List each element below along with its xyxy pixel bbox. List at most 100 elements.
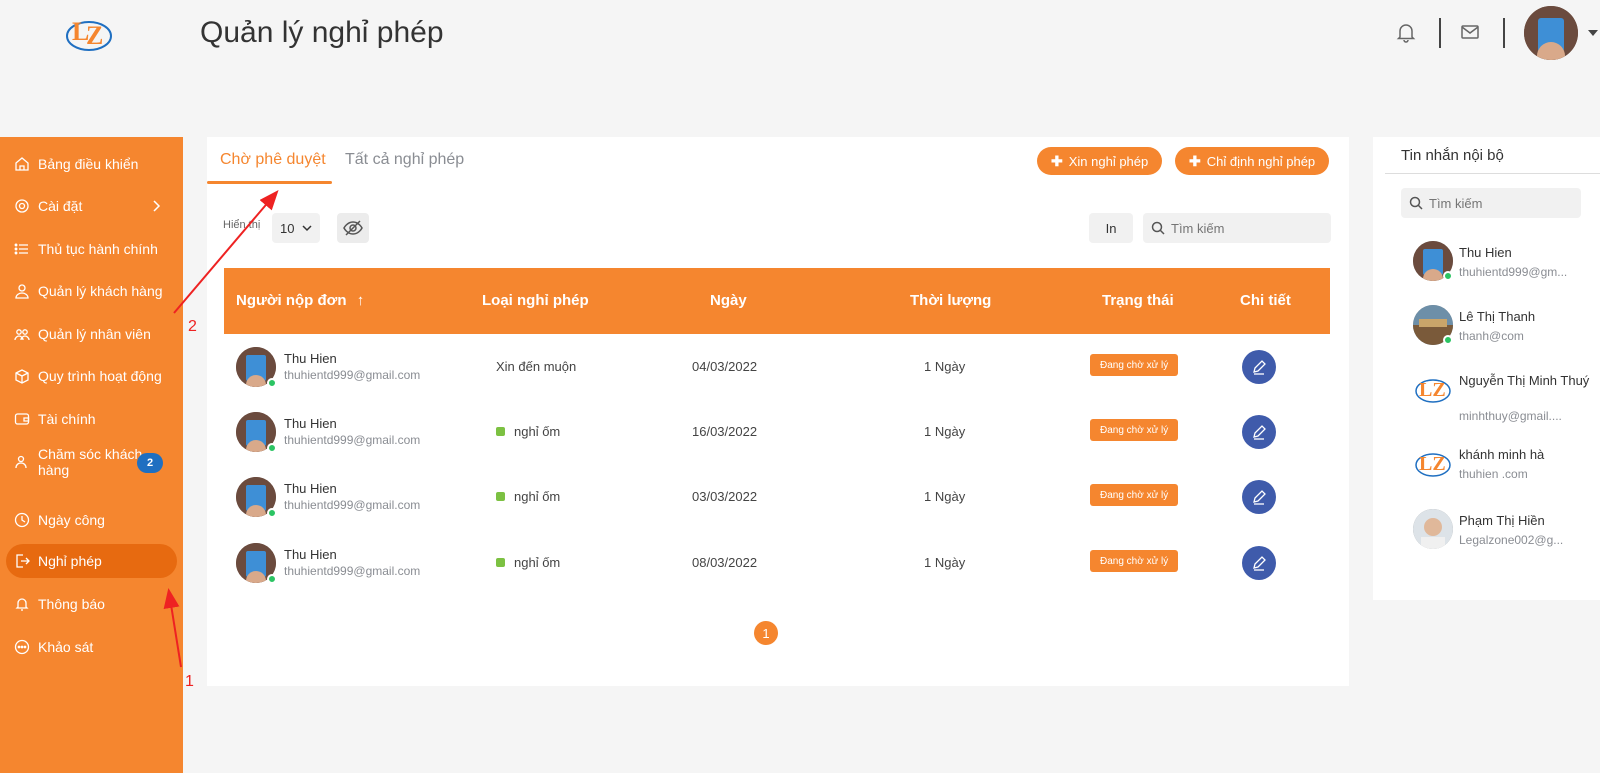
contact-item[interactable]: LZ khánh minh hà thuhien .com [1413,443,1600,503]
bell-icon[interactable] [1394,20,1418,44]
column-header-status[interactable]: Trạng thái [1102,292,1174,309]
pagination-page-1[interactable]: 1 [754,621,778,645]
leave-type-color-dot [496,492,505,501]
leave-date: 08/03/2022 [692,555,758,570]
contact-item[interactable]: Lê Thị Thanh thanh@com [1413,305,1600,365]
sidebar-item-label: Thủ tục hành chính [38,241,158,257]
print-button[interactable]: In [1089,213,1133,243]
leave-duration: 1 Ngày [924,359,966,374]
applicant-name: Thu Hien [284,416,337,431]
edit-icon [1253,490,1266,505]
user-avatar[interactable] [1524,6,1578,60]
column-header-date[interactable]: Ngày [710,292,747,309]
divider [1385,173,1600,174]
request-leave-button[interactable]: ✚ Xin nghỉ phép [1037,147,1163,175]
svg-text:LZ: LZ [1419,453,1446,475]
users-icon [14,329,30,341]
sidebar-item-customers[interactable]: Quản lý khách hàng [6,274,177,308]
applicant-email: thuhientd999@gmail.com [284,368,421,382]
leave-type-label: nghỉ ốm [514,555,561,570]
page-size-value: 10 [280,220,295,236]
search-input[interactable] [1171,220,1321,236]
leave-duration: 1 Ngày [924,489,966,504]
online-status-dot [267,443,277,453]
contact-item[interactable]: Thu Hien thuhientd999@gm... [1413,241,1600,301]
sidebar-item-workflow[interactable]: Quy trình hoạt động [6,359,177,393]
panel-title: Tin nhắn nội bộ [1401,147,1504,164]
sidebar-item-employees[interactable]: Quản lý nhân viên [6,317,177,351]
edit-button[interactable] [1242,546,1276,580]
edit-button[interactable] [1242,415,1276,449]
contact-name: Nguyễn Thị Minh Thuý [1459,373,1590,388]
leave-panel: Chờ phê duyệt Tất cả nghỉ phép ✚ Xin ngh… [207,137,1349,686]
leave-type: nghỉ ốm [496,555,560,570]
edit-button[interactable] [1242,350,1276,384]
eye-off-icon [343,220,363,236]
sidebar-item-survey[interactable]: Khảo sát [6,630,177,664]
leave-type-label: nghỉ ốm [514,424,561,439]
support-icon [15,455,27,469]
logo-icon[interactable]: L Z [64,8,114,58]
search-input[interactable] [1429,195,1569,211]
contact-name: Thu Hien [1459,245,1512,260]
page-size-select[interactable]: 10 [272,213,320,243]
column-header-duration[interactable]: Thời lượng [910,292,991,309]
search-icon [1151,221,1165,235]
box-icon [15,369,29,384]
contact-name: Lê Thị Thanh [1459,309,1536,324]
leave-type-label: Xin đến muộn [496,359,577,374]
sidebar-item-workdays[interactable]: Ngày công [6,503,177,537]
table-row: Thu Hien thuhientd999@gmail.com Xin đến … [224,334,1330,400]
online-status-dot [267,508,277,518]
table-search[interactable] [1143,213,1331,243]
sidebar-item-settings[interactable]: Cài đặt [6,189,177,223]
list-icon [14,243,28,255]
leave-date: 16/03/2022 [692,424,758,439]
tab-all-leave[interactable]: Tất cả nghỉ phép [345,151,464,169]
contact-email: thanh@com [1459,329,1524,343]
tab-label: Tất cả nghỉ phép [345,151,465,168]
applicant-name: Thu Hien [284,481,337,496]
column-header-leave-type[interactable]: Loại nghỉ phép [482,292,589,309]
contact-item[interactable]: Phạm Thị Hiền Legalzone002@g... [1413,509,1600,569]
contact-email: thuhientd999@gm... [1459,265,1568,279]
chevron-down-icon[interactable] [1588,30,1598,36]
sidebar-item-dashboard[interactable]: Bảng điều khiển [6,147,177,181]
header-divider [1503,18,1505,48]
contact-name: Phạm Thị Hiền [1459,513,1545,528]
contact-search[interactable] [1401,188,1581,218]
sidebar-item-label: Tài chính [38,411,96,427]
column-header-applicant[interactable]: Người nộp đơn ↑ [236,292,364,309]
sidebar-item-finance[interactable]: Tài chính [6,402,177,436]
mail-icon[interactable] [1458,20,1482,44]
button-label: Xin nghỉ phép [1068,153,1149,169]
table-header: Người nộp đơn ↑ Loại nghỉ phép Ngày Thời… [224,268,1330,334]
wallet-icon [14,413,30,425]
edit-button[interactable] [1242,480,1276,514]
applicant-name: Thu Hien [284,351,337,366]
sidebar-item-customer-care[interactable]: Chăm sóc khách hàng 2 [6,442,177,482]
contact-item[interactable]: LZ Nguyễn Thị Minh Thuý minhthuy@gmail..… [1413,369,1600,429]
online-status-dot [267,378,277,388]
table-row: Thu Hien thuhientd999@gmail.com nghỉ ốm … [224,530,1330,596]
sidebar-item-notifications[interactable]: Thông báo [6,587,177,621]
contact-email: Legalzone002@g... [1459,533,1564,547]
annotation-label-2: 2 [188,318,197,335]
sidebar-item-label: Quản lý nhân viên [38,326,151,342]
plus-icon: ✚ [1189,152,1201,169]
header: L Z Quản lý nghỉ phép [0,0,1600,134]
sidebar-item-label: Quy trình hoạt động [38,368,162,384]
tab-label: Chờ phê duyệt [220,151,326,168]
user-icon [15,284,29,299]
sort-arrow-icon: ↑ [356,292,365,309]
column-visibility-button[interactable] [337,213,369,243]
svg-text:Z: Z [86,21,103,50]
bell-icon [15,598,29,611]
tab-pending-approval[interactable]: Chờ phê duyệt [220,151,326,169]
leave-type-color-dot [496,427,505,436]
leave-date: 03/03/2022 [692,489,758,504]
sidebar-item-leave[interactable]: Nghỉ phép [6,544,177,578]
sidebar-item-admin-procedures[interactable]: Thủ tục hành chính [6,232,177,266]
assign-leave-button[interactable]: ✚ Chỉ định nghỉ phép [1175,147,1330,175]
internal-messages-panel: Tin nhắn nội bộ Thu Hien thuhientd999@gm… [1373,137,1600,600]
